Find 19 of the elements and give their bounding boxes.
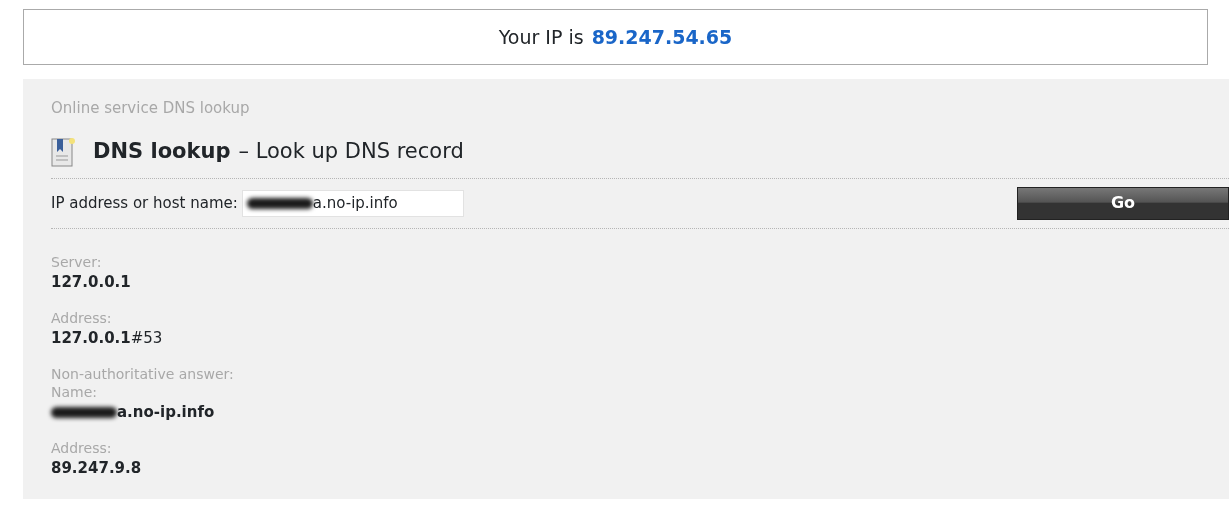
page-subheading: – Look up DNS record — [238, 137, 464, 165]
go-button[interactable]: Go — [1017, 186, 1229, 220]
host-input[interactable]: a.no-ip.info — [241, 189, 464, 217]
result-value: a.no-ip.info — [51, 400, 1229, 423]
redaction-mark — [51, 406, 117, 418]
result-value: 127.0.0.1#53 — [51, 327, 164, 349]
breadcrumb-text: Online service DNS lookup — [51, 98, 251, 119]
ip-label: Your IP is — [498, 24, 584, 50]
ip-address: 89.247.54.65 — [591, 24, 733, 50]
page-heading: DNS lookup — [93, 137, 231, 165]
result-label: Name: — [51, 382, 99, 401]
result-label: Server: — [51, 252, 103, 271]
field-label: IP address or host name: — [51, 192, 238, 214]
answer-note: Non-authoritative answer: — [51, 364, 235, 383]
result-value: 127.0.0.1 — [51, 271, 132, 293]
result-value: 89.247.9.8 — [51, 457, 143, 479]
document-icon — [51, 135, 77, 168]
result-label: Address: — [51, 438, 113, 457]
result-label: Address: — [51, 308, 113, 327]
